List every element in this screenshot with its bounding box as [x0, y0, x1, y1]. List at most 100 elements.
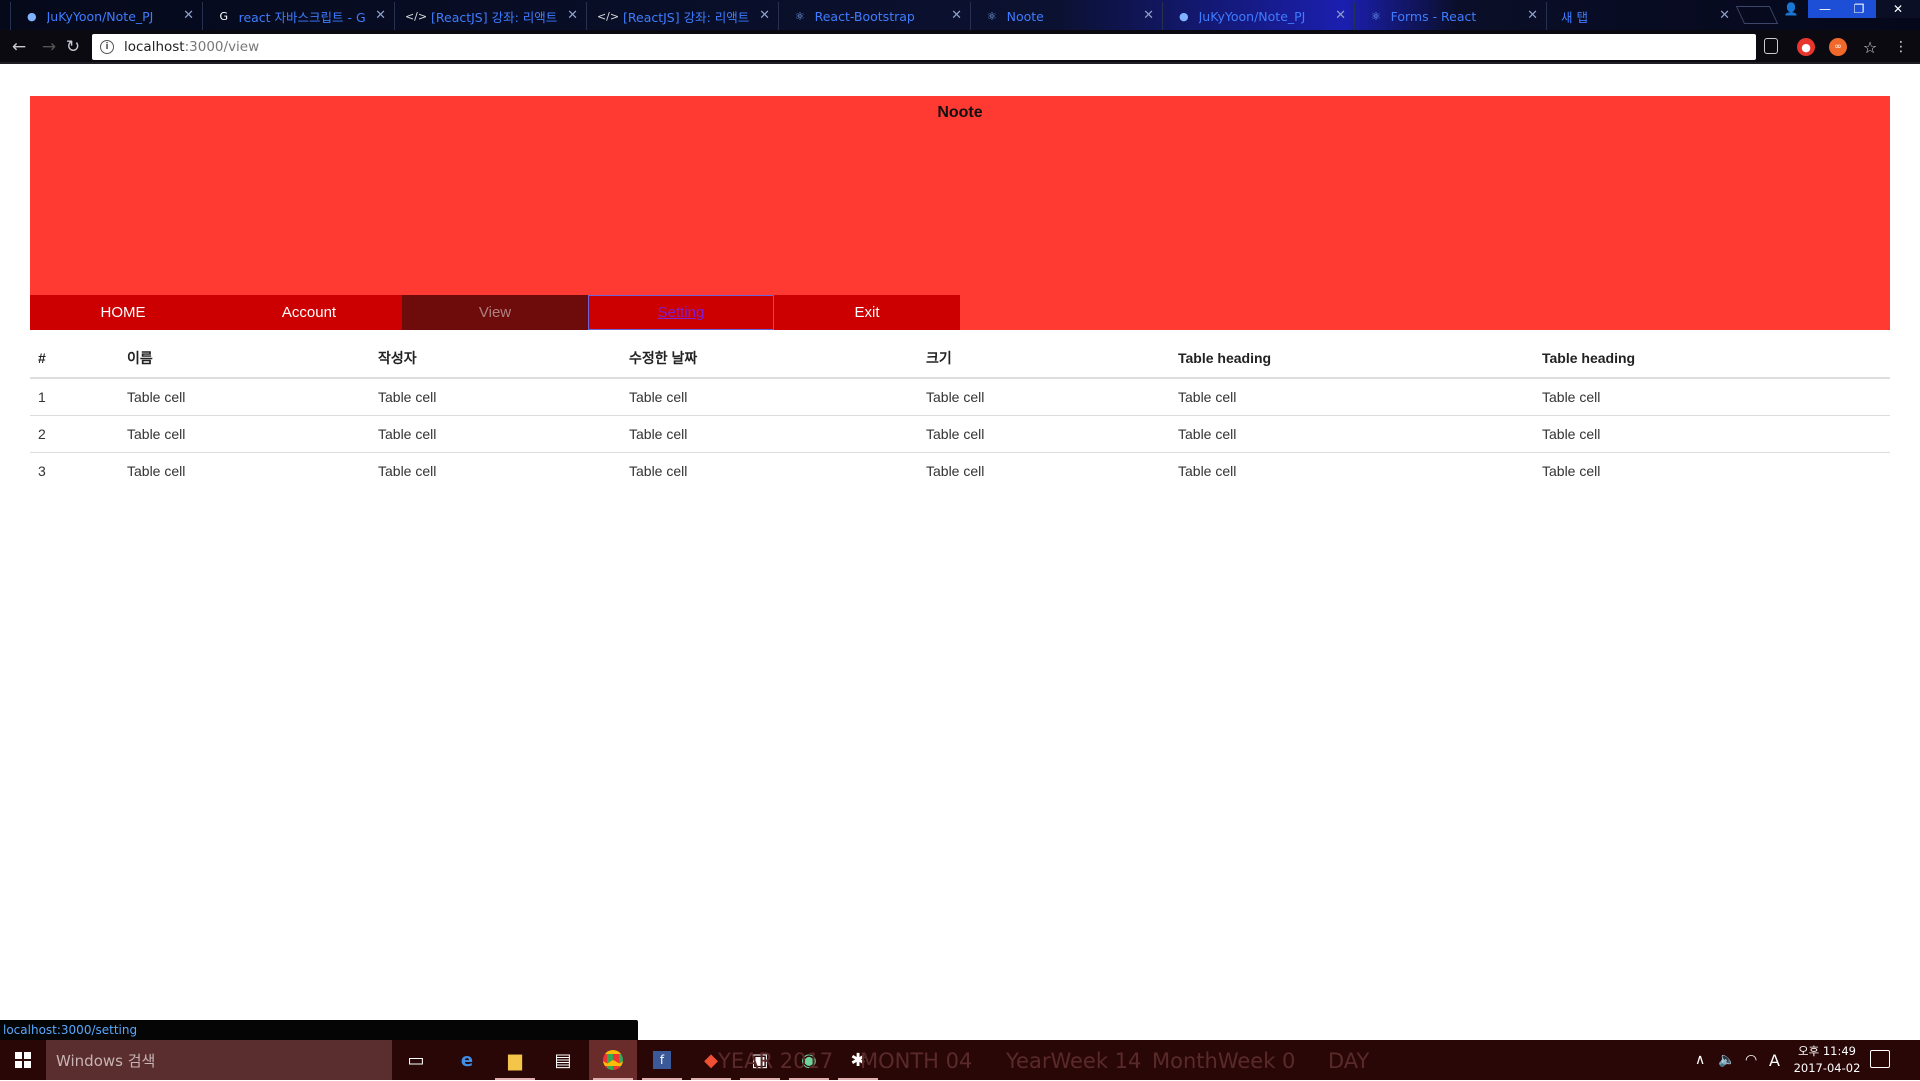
github-icon: ● — [1178, 9, 1189, 23]
browser-tab[interactable]: ● JuKyYoon/Note_PJ ✕ — [10, 2, 202, 30]
table-cell: Table cell — [1542, 462, 1601, 479]
column-header: 이름 — [119, 338, 370, 379]
table-cell: Table cell — [119, 378, 370, 416]
browser-tab[interactable]: </> [ReactJS] 강좌: 리액트 ✕ — [586, 2, 778, 30]
close-icon[interactable]: ✕ — [567, 8, 578, 23]
browser-tab[interactable]: G react 자바스크립트 - G ✕ — [202, 2, 394, 30]
table-cell: Table cell — [918, 415, 1170, 453]
column-header: Table heading — [1170, 338, 1534, 379]
menu-setting[interactable]: Setting — [588, 295, 774, 330]
table-cell: Table cell — [127, 462, 186, 479]
browser-tab[interactable]: 새 탭 ✕ — [1546, 2, 1738, 30]
info-icon[interactable]: i — [100, 40, 114, 54]
tab-title: Forms - React — [1390, 8, 1477, 24]
velopert-icon: </> — [404, 9, 428, 23]
shield-extension-icon[interactable] — [1764, 38, 1778, 54]
reload-icon[interactable]: ↻ — [62, 36, 84, 58]
store-icon[interactable]: ▤ — [539, 1040, 587, 1080]
data-table: # 이름 작성자 수정한 날짜 크기 Table heading Table h… — [30, 338, 1890, 489]
table-row: 2 Table cell Table cell Table cell Table… — [30, 415, 1890, 453]
edge-icon[interactable]: e — [443, 1040, 491, 1080]
date-overlay-day: DAY — [1328, 1049, 1370, 1073]
table-cell: Table cell — [918, 378, 1170, 416]
extension-icon[interactable]: ∞ — [1829, 38, 1847, 56]
link-status-bar: localhost:3000/setting — [0, 1020, 638, 1040]
close-icon[interactable]: ✕ — [375, 8, 386, 23]
chrome-icon[interactable] — [589, 1040, 637, 1080]
browser-toolbar: ← → ↻ i localhost:3000/view ● ∞ ☆ ⋮ — [0, 30, 1920, 64]
google-icon: G — [219, 9, 229, 23]
table-row: 3 Table cell Table cell Table cell Table… — [30, 452, 1890, 489]
close-icon[interactable]: ✕ — [1143, 8, 1154, 23]
close-icon[interactable]: ✕ — [1719, 8, 1730, 23]
react-icon: ⚛ — [986, 9, 997, 23]
table-cell: Table cell — [621, 378, 918, 416]
velopert-icon: </> — [596, 9, 620, 23]
task-view-icon[interactable]: ▭ — [392, 1040, 440, 1080]
react-icon: ⚛ — [1370, 9, 1381, 23]
date-overlay-year: YEAR 2017 — [718, 1049, 834, 1073]
extension-icon[interactable]: ● — [1797, 38, 1815, 56]
close-icon[interactable]: ✕ — [951, 8, 962, 23]
tab-title: Noote — [1006, 8, 1044, 24]
table-cell: Table cell — [1534, 415, 1890, 453]
main-menu: HOME Account View Setting Exit — [30, 295, 960, 330]
column-header: 수정한 날짜 — [621, 338, 918, 379]
table-cell: Table cell — [370, 378, 621, 416]
menu-account[interactable]: Account — [216, 295, 402, 330]
table-cell: Table cell — [1170, 415, 1534, 453]
table-cell: Table cell — [1534, 378, 1890, 416]
address-bar[interactable]: i localhost:3000/view — [92, 34, 1756, 60]
new-tab-button[interactable] — [1735, 6, 1779, 24]
site-header: Noote HOME Account View Setting Exit — [30, 96, 1890, 330]
table-cell: Table cell — [1170, 378, 1534, 416]
table-cell: Table cell — [370, 415, 621, 453]
window-controls: 👤 — ❐ ✕ — [1774, 0, 1920, 18]
menu-view[interactable]: View — [402, 295, 588, 330]
column-header: 크기 — [918, 338, 1170, 379]
forward-icon[interactable]: → — [38, 36, 60, 58]
close-icon[interactable]: ✕ — [183, 8, 194, 23]
table-header-row: # 이름 작성자 수정한 날짜 크기 Table heading Table h… — [30, 338, 1890, 379]
browser-tab[interactable]: ● JuKyYoon/Note_PJ ✕ — [1162, 2, 1354, 30]
taskbar-search-input[interactable]: Windows 검색 — [46, 1040, 392, 1080]
table-cell: 2 — [30, 415, 119, 453]
date-overlay-month: MONTH 04 — [860, 1049, 973, 1073]
tab-title: react 자바스크립트 - G — [238, 9, 366, 25]
browser-tab[interactable]: ⚛ React-Bootstrap ✕ — [778, 2, 970, 30]
table-cell: 3 — [38, 462, 46, 479]
table-cell: Table cell — [926, 462, 985, 479]
column-header: Table heading — [1534, 338, 1890, 379]
tab-title: [ReactJS] 강좌: 리액트 — [431, 9, 558, 25]
file-explorer-icon[interactable]: ▆ — [491, 1040, 539, 1080]
close-icon[interactable]: ✕ — [1527, 8, 1538, 23]
close-icon[interactable]: ✕ — [759, 8, 770, 23]
back-icon[interactable]: ← — [8, 36, 30, 58]
table-cell: Table cell — [119, 415, 370, 453]
start-button[interactable] — [0, 1040, 46, 1080]
close-icon[interactable]: ✕ — [1335, 8, 1346, 23]
url-path: :3000/view — [184, 39, 260, 55]
menu-exit[interactable]: Exit — [774, 295, 960, 330]
bookmark-star-icon[interactable]: ☆ — [1861, 38, 1879, 57]
browser-tab[interactable]: ⚛ Forms - React ✕ — [1354, 2, 1546, 30]
menu-dots-icon[interactable]: ⋮ — [1892, 38, 1910, 56]
minimize-button[interactable]: — — [1808, 0, 1842, 18]
profile-icon[interactable]: 👤 — [1774, 0, 1808, 18]
browser-tabstrip: ● JuKyYoon/Note_PJ ✕ G react 자바스크립트 - G … — [0, 0, 1920, 30]
browser-tab-active[interactable]: ⚛ Noote ✕ — [970, 2, 1162, 30]
facebook-messenger-icon[interactable]: f — [638, 1040, 686, 1080]
browser-tab[interactable]: </> [ReactJS] 강좌: 리액트 ✕ — [394, 2, 586, 30]
windows-logo-icon — [15, 1052, 31, 1068]
table-cell: Table cell — [1178, 462, 1237, 479]
react-icon: ⚛ — [794, 9, 805, 23]
tab-title: [ReactJS] 강좌: 리액트 — [623, 9, 750, 25]
maximize-button[interactable]: ❐ — [1842, 0, 1876, 18]
menu-home[interactable]: HOME — [30, 295, 216, 330]
url-host: localhost — [124, 39, 185, 55]
close-window-button[interactable]: ✕ — [1876, 0, 1920, 18]
table-cell: 1 — [30, 378, 119, 416]
tab-title: React-Bootstrap — [814, 8, 915, 24]
table-cell: Table cell — [629, 462, 688, 479]
date-overlay-monthweek: MonthWeek 0 — [1152, 1049, 1296, 1073]
